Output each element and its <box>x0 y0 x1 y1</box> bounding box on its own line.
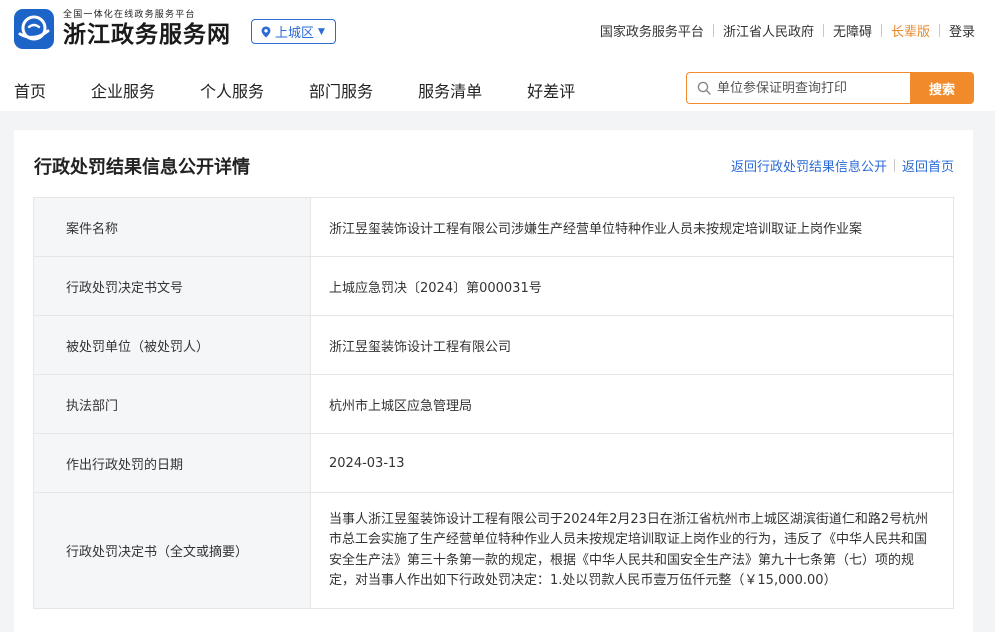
table-row: 执法部门 杭州市上城区应急管理局 <box>33 374 954 434</box>
link-accessibility[interactable]: 无障碍 <box>833 21 872 40</box>
divider <box>938 24 940 37</box>
search-input[interactable] <box>717 80 907 96</box>
link-provincial-government[interactable]: 浙江省人民政府 <box>723 21 814 40</box>
back-home-link[interactable]: 返回首页 <box>902 156 954 175</box>
table-row: 案件名称 浙江昱玺装饰设计工程有限公司涉嫌生产经营单位特种作业人员未按规定培训取… <box>33 197 954 257</box>
nav-item-home[interactable]: 首页 <box>14 78 46 102</box>
region-label: 上城区 <box>275 26 315 41</box>
field-label: 作出行政处罚的日期 <box>33 433 311 493</box>
table-row: 行政处罚决定书文号 上城应急罚决〔2024〕第000031号 <box>33 256 954 316</box>
page-title: 行政处罚结果信息公开详情 <box>34 157 250 178</box>
field-label: 行政处罚决定书（全文或摘要） <box>33 492 311 609</box>
nav-item-service-list[interactable]: 服务清单 <box>418 78 482 102</box>
card-links: 返回行政处罚结果信息公开 返回首页 <box>731 156 954 175</box>
field-value: 2024-03-13 <box>310 433 954 493</box>
link-elder-mode[interactable]: 长辈版 <box>891 21 930 40</box>
link-national-platform[interactable]: 国家政务服务平台 <box>600 21 704 40</box>
nav-item-personal[interactable]: 个人服务 <box>200 78 264 102</box>
search-bar: 搜索 <box>686 72 974 104</box>
nav-item-enterprise[interactable]: 企业服务 <box>91 78 155 102</box>
login-link[interactable]: 登录 <box>949 21 975 40</box>
divider <box>712 24 714 37</box>
back-to-list-link[interactable]: 返回行政处罚结果信息公开 <box>731 156 887 175</box>
field-value: 当事人浙江昱玺装饰设计工程有限公司于2024年2月23日在浙江省杭州市上城区湖滨… <box>310 492 954 609</box>
field-value: 杭州市上城区应急管理局 <box>310 374 954 434</box>
field-label: 案件名称 <box>33 197 311 257</box>
field-value: 浙江昱玺装饰设计工程有限公司 <box>310 315 954 375</box>
nav-item-rating[interactable]: 好差评 <box>527 78 575 102</box>
table-row: 作出行政处罚的日期 2024-03-13 <box>33 433 954 493</box>
region-selector[interactable]: 上城区 ▼ <box>251 19 336 44</box>
zj-logo-icon <box>14 9 54 49</box>
location-pin-icon <box>261 26 271 37</box>
field-value: 上城应急罚决〔2024〕第000031号 <box>310 256 954 316</box>
table-row: 被处罚单位（被处罚人） 浙江昱玺装饰设计工程有限公司 <box>33 315 954 375</box>
site-header: 全国一体化在线政务服务平台 浙江政务服务网 上城区 ▼ 国家政务服务平台 浙江省… <box>0 0 995 111</box>
divider <box>880 24 882 37</box>
site-logo[interactable]: 全国一体化在线政务服务平台 浙江政务服务网 <box>14 9 231 49</box>
search-icon <box>697 81 711 95</box>
caret-down-icon: ▼ <box>318 26 325 37</box>
divider <box>893 159 895 172</box>
field-label: 执法部门 <box>33 374 311 434</box>
nav-item-department[interactable]: 部门服务 <box>309 78 373 102</box>
divider <box>822 24 824 37</box>
detail-card: 行政处罚结果信息公开详情 返回行政处罚结果信息公开 返回首页 案件名称 浙江昱玺… <box>14 130 973 632</box>
search-box <box>686 72 910 104</box>
search-button[interactable]: 搜索 <box>910 72 974 104</box>
field-label: 被处罚单位（被处罚人） <box>33 315 311 375</box>
logo-subtitle: 全国一体化在线政务服务平台 <box>63 9 196 20</box>
table-row: 行政处罚决定书（全文或摘要） 当事人浙江昱玺装饰设计工程有限公司于2024年2月… <box>33 492 954 609</box>
field-label: 行政处罚决定书文号 <box>33 256 311 316</box>
detail-table: 案件名称 浙江昱玺装饰设计工程有限公司涉嫌生产经营单位特种作业人员未按规定培训取… <box>33 197 954 609</box>
field-value: 浙江昱玺装饰设计工程有限公司涉嫌生产经营单位特种作业人员未按规定培训取证上岗作业… <box>310 197 954 257</box>
logo-title: 浙江政务服务网 <box>63 21 231 48</box>
top-links: 国家政务服务平台 浙江省人民政府 无障碍 长辈版 登录 <box>600 21 975 40</box>
main-nav: 首页 企业服务 个人服务 部门服务 服务清单 好差评 <box>14 78 620 102</box>
